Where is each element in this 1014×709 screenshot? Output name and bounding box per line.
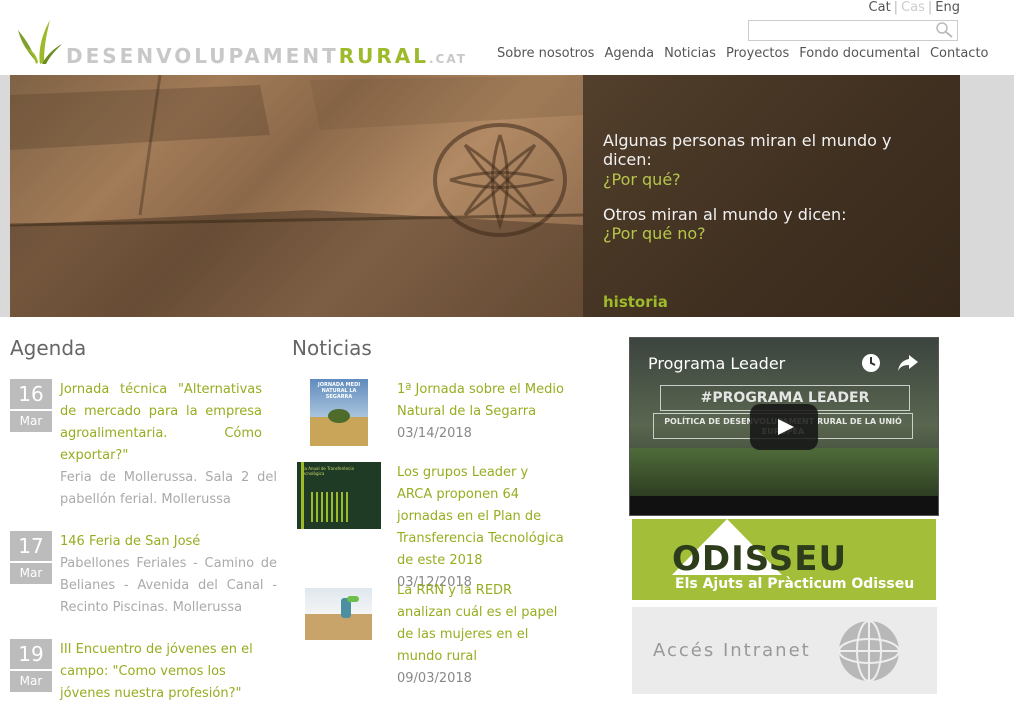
event-description: Pabellones Feriales - Camino de Belianes… [60, 556, 277, 615]
intranet-link[interactable]: Accés Intranet [632, 607, 937, 694]
news-item-title[interactable]: La RRN y la REDR analizan cuál es el pap… [397, 580, 567, 668]
event-day: 17 [10, 531, 52, 561]
news-item-date: 03/14/2018 [397, 426, 472, 441]
event-month: Mar [10, 671, 52, 692]
news-title: Noticias [292, 336, 372, 360]
agenda-title: Agenda [10, 336, 87, 360]
hero-line-1: Algunas personas miran el mundo y dicen: [603, 131, 892, 169]
lang-cas[interactable]: Cas [901, 0, 925, 15]
logo-part3: .CAT [428, 52, 467, 66]
news-thumbnail[interactable] [305, 588, 372, 640]
logo-wordmark: DESENVOLUPAMENTRURAL.CAT [66, 44, 467, 68]
share-icon[interactable] [897, 353, 919, 373]
news-item-date: 09/03/2018 [397, 671, 472, 686]
event-month: Mar [10, 411, 52, 432]
event-item: 146 Feria de San José Pabellones Feriale… [60, 531, 277, 619]
nav-contacto[interactable]: Contacto [930, 46, 989, 61]
logo-part2: RURAL [338, 44, 429, 68]
odisseu-title: ODISSEU [672, 539, 848, 579]
news-item-title[interactable]: 1ª Jornada sobre el Medio Natural de la … [397, 379, 567, 423]
event-date: 19 Mar [10, 639, 52, 692]
nav-agenda[interactable]: Agenda [604, 46, 654, 61]
hero-banner: Algunas personas miran el mundo y dicen:… [10, 75, 960, 317]
nav-sobre-nosotros[interactable]: Sobre nosotros [497, 46, 594, 61]
event-item: III Encuentro de jóvenes en el campo: "C… [60, 639, 277, 705]
news-thumbnail[interactable]: JORNADA MEDI NATURAL LA SEGARRA [310, 379, 368, 446]
nav-proyectos[interactable]: Proyectos [726, 46, 789, 61]
event-date: 16 Mar [10, 379, 52, 432]
odisseu-subtitle: Els Ajuts al Pràcticum Odisseu [675, 576, 915, 592]
globe-icon [838, 620, 900, 682]
event-title[interactable]: Jornada técnica "Alternativas de mercado… [60, 379, 262, 467]
event-day: 19 [10, 639, 52, 669]
video-player[interactable]: Programa Leader #PROGRAMA LEADER POLÍTIC… [629, 337, 939, 516]
hero-line-2: ¿Por qué? [603, 170, 681, 189]
hero-line-4: ¿Por qué no? [603, 224, 706, 243]
news-item: Los grupos Leader y ARCA proponen 64 jor… [397, 462, 567, 594]
news-thumbnail[interactable]: Pla Anual de Transferència Tecnològica [297, 462, 381, 529]
event-item: Jornada técnica "Alternativas de mercado… [60, 379, 277, 511]
odisseu-banner[interactable]: ODISSEU Els Ajuts al Pràcticum Odisseu [632, 519, 936, 600]
search-box [748, 20, 958, 42]
nav-fondo-documental[interactable]: Fondo documental [799, 46, 920, 61]
play-icon [778, 419, 794, 435]
play-button[interactable] [750, 404, 818, 450]
event-day: 16 [10, 379, 52, 409]
clock-icon[interactable] [861, 353, 881, 373]
event-description: Feria de Mollerussa. Sala 2 del pabellón… [60, 470, 277, 507]
search-icon[interactable] [935, 21, 953, 39]
language-switcher: Cat | Cas | Eng [868, 0, 960, 15]
event-title[interactable]: 146 Feria de San José [60, 531, 277, 553]
grass-logo-icon [18, 20, 62, 64]
site-logo[interactable]: DESENVOLUPAMENTRURAL.CAT [16, 16, 466, 68]
news-thumb-caption: Pla Anual de Transferència Tecnològica [301, 466, 354, 476]
news-item: La RRN y la REDR analizan cuál es el pap… [397, 580, 567, 690]
lang-eng[interactable]: Eng [935, 0, 960, 15]
event-month: Mar [10, 563, 52, 584]
main-nav: Sobre nosotros Agenda Noticias Proyectos Fon… [497, 46, 989, 61]
intranet-label: Accés Intranet [653, 640, 811, 661]
news-thumb-caption: JORNADA MEDI NATURAL LA SEGARRA [317, 382, 361, 400]
search-input[interactable] [749, 22, 932, 42]
news-item: 1ª Jornada sobre el Medio Natural de la … [397, 379, 567, 445]
logo-part1: DESENVOLUPAMENT [66, 44, 339, 68]
event-title[interactable]: III Encuentro de jóvenes en el campo: "C… [60, 639, 262, 705]
hero-quote-panel: Algunas personas miran el mundo y dicen:… [583, 75, 960, 317]
news-item-title[interactable]: Los grupos Leader y ARCA proponen 64 jor… [397, 462, 567, 572]
event-date: 17 Mar [10, 531, 52, 584]
video-title: Programa Leader [648, 354, 786, 373]
hero-line-3: Otros miran al mundo y dicen: [603, 205, 847, 224]
lang-cat[interactable]: Cat [869, 0, 891, 15]
historia-link[interactable]: historia [603, 293, 668, 311]
nav-noticias[interactable]: Noticias [664, 46, 716, 61]
